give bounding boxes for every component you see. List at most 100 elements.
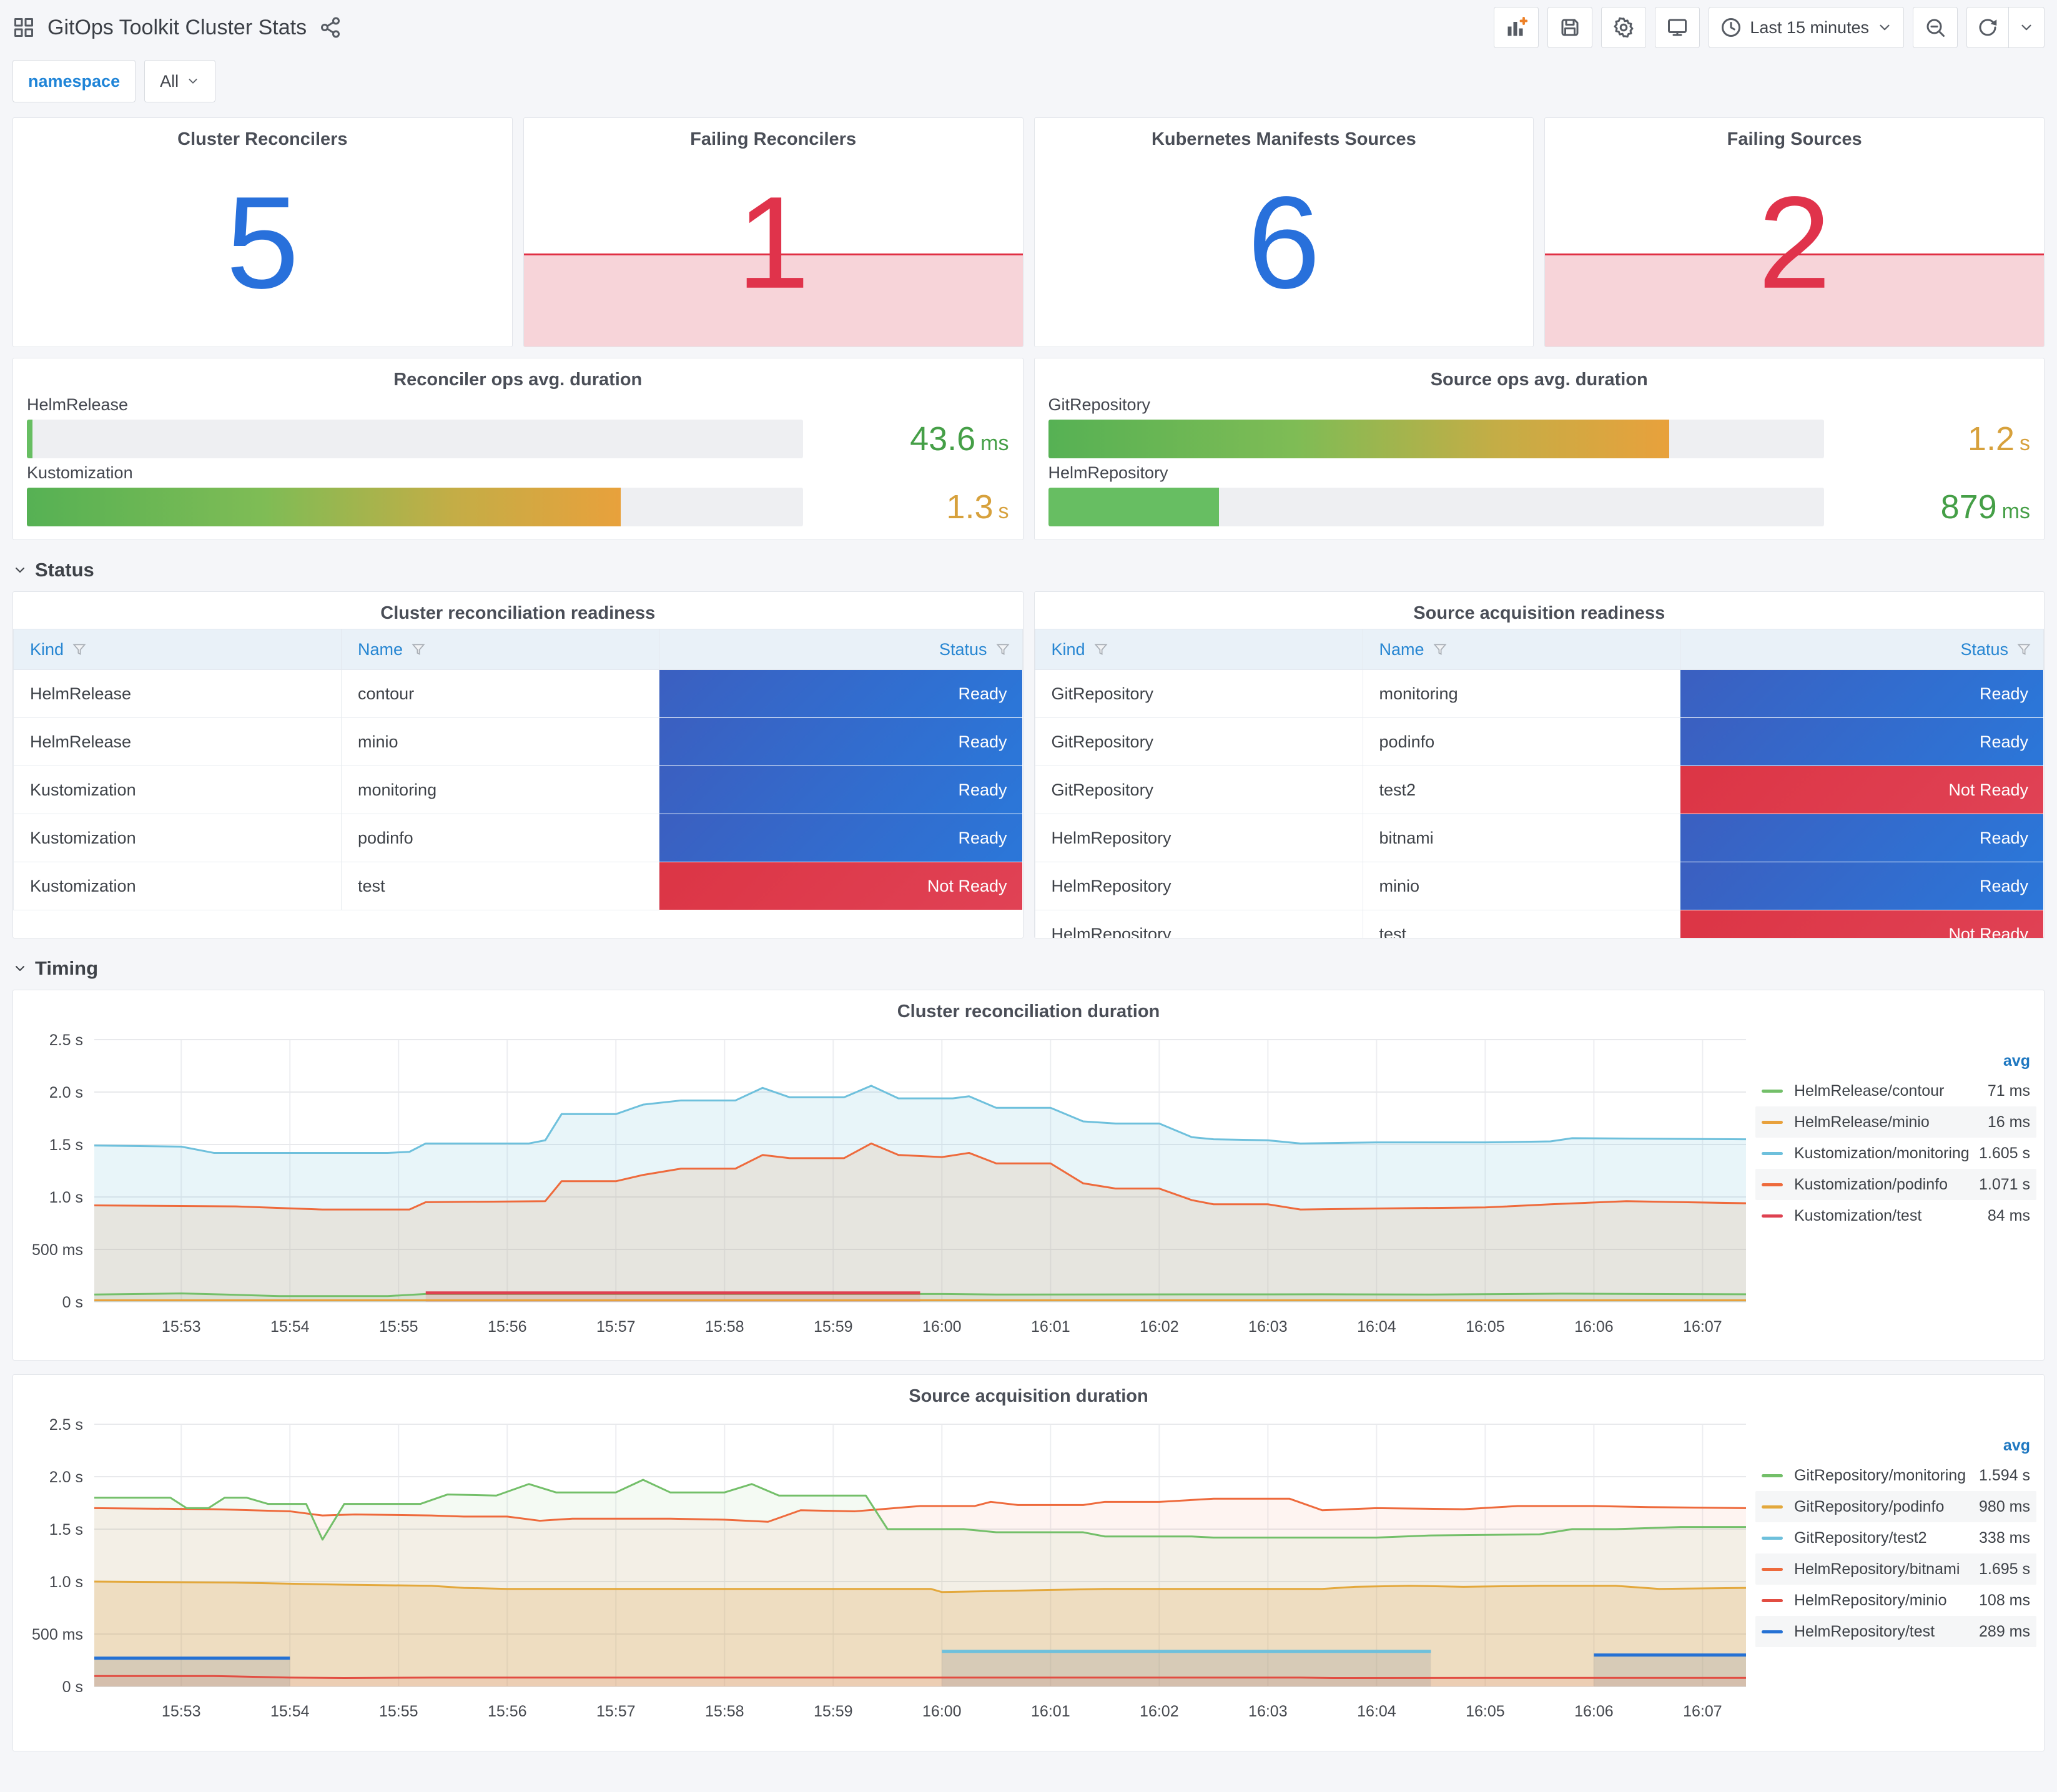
- series-color-dash: [1762, 1151, 1783, 1155]
- panel-title[interactable]: Source acquisition duration: [13, 1386, 2044, 1407]
- filter-icon[interactable]: [410, 641, 427, 657]
- panel-title[interactable]: Failing Sources: [1545, 129, 2044, 150]
- panel-title[interactable]: Reconciler ops avg. duration: [27, 370, 1009, 390]
- refresh-button[interactable]: [1967, 7, 2008, 47]
- panel-title[interactable]: Cluster reconciliation duration: [13, 1002, 2044, 1022]
- legend-item[interactable]: HelmRelease/contour 71 ms: [1755, 1075, 2036, 1106]
- gauge-label: HelmRelease: [27, 395, 129, 414]
- legend-item[interactable]: Kustomization/test 84 ms: [1755, 1200, 2036, 1231]
- filter-icon[interactable]: [995, 641, 1011, 657]
- filter-icon[interactable]: [1432, 641, 1448, 657]
- zoom-out-button[interactable]: [1913, 7, 1958, 48]
- status-badge: Not Ready: [1680, 910, 2044, 938]
- panel-title[interactable]: Kubernetes Manifests Sources: [1035, 129, 1534, 150]
- panel-title[interactable]: Source ops avg. duration: [1048, 370, 2031, 390]
- legend-item[interactable]: GitRepository/monitoring 1.594 s: [1755, 1460, 2036, 1491]
- gauge-value: 1.2 s: [1967, 420, 2030, 458]
- tv-mode-button[interactable]: [1655, 7, 1700, 48]
- table-cell: bitnami: [1362, 814, 1681, 862]
- save-dashboard-button[interactable]: [1547, 7, 1593, 48]
- svg-text:15:59: 15:59: [814, 1318, 853, 1336]
- variable-value-dropdown[interactable]: All: [144, 60, 216, 102]
- column-header-status[interactable]: Status: [1680, 629, 2044, 670]
- time-range-picker[interactable]: Last 15 minutes: [1709, 7, 1904, 48]
- filter-icon[interactable]: [2016, 641, 2032, 657]
- column-header-kind[interactable]: Kind: [12, 629, 342, 670]
- filter-icon[interactable]: [1093, 641, 1109, 657]
- monitor-icon: [1668, 19, 1687, 36]
- legend-item[interactable]: HelmRepository/bitnami 1.695 s: [1755, 1553, 2036, 1585]
- column-header-name[interactable]: Name: [341, 629, 659, 670]
- chevron-down-icon: [189, 79, 197, 84]
- legend-item[interactable]: GitRepository/podinfo 980 ms: [1755, 1491, 2036, 1522]
- table-row: HelmRelease contour Ready: [12, 669, 1023, 718]
- svg-text:16:06: 16:06: [1574, 1318, 1614, 1336]
- panel-title[interactable]: Source acquisition readiness: [1035, 603, 2045, 624]
- panel-title[interactable]: Cluster reconciliation readiness: [13, 603, 1023, 624]
- column-header-kind[interactable]: Kind: [1034, 629, 1363, 670]
- timeseries-plot[interactable]: 0 s 500 ms 1.0 s 1.5 s 2.0 s 2.5 s 15:53 15:54 1…: [13, 1412, 1755, 1751]
- series-color-dash: [1762, 1120, 1783, 1124]
- svg-text:1.5 s: 1.5 s: [49, 1136, 83, 1154]
- refresh-interval-button[interactable]: [2008, 7, 2044, 47]
- time-range-label: Last 15 minutes: [1750, 17, 1869, 37]
- table-row: GitRepository monitoring Ready: [1034, 669, 2044, 718]
- gauge-bar: [1048, 420, 1669, 458]
- add-panel-button[interactable]: [1494, 7, 1539, 48]
- share-icon[interactable]: [319, 16, 342, 39]
- gauge-label: HelmRepository: [1048, 463, 1168, 482]
- legend-item[interactable]: HelmRepository/minio 108 ms: [1755, 1585, 2036, 1616]
- panel-title[interactable]: Failing Reconcilers: [524, 129, 1023, 150]
- table-cell: podinfo: [341, 814, 659, 862]
- section-header-timing[interactable]: Timing: [12, 957, 2045, 980]
- timeseries-plot[interactable]: 0 s 500 ms 1.0 s 1.5 s 2.0 s 2.5 s 15:53 15:54 1…: [13, 1027, 1755, 1360]
- dashboard-grid-icon[interactable]: [12, 16, 35, 39]
- column-header-name[interactable]: Name: [1362, 629, 1681, 670]
- section-header-status[interactable]: Status: [12, 559, 2045, 581]
- panel-title[interactable]: Cluster Reconcilers: [13, 129, 512, 150]
- gauge-track: [1048, 420, 1824, 458]
- chart-canvas[interactable]: 0 s 500 ms 1.0 s 1.5 s 2.0 s 2.5 s 15:53 15:54 1…: [13, 1027, 1755, 1341]
- legend-item[interactable]: Kustomization/monitoring 1.605 s: [1755, 1138, 2036, 1169]
- section-title: Timing: [35, 957, 99, 979]
- table-cell: Kustomization: [12, 814, 342, 862]
- toolbar: Last 15 minutes: [1494, 7, 2045, 48]
- svg-text:15:53: 15:53: [162, 1318, 201, 1336]
- status-badge: Ready: [1680, 814, 2044, 862]
- gauge-bar: [27, 420, 32, 458]
- variable-label-namespace[interactable]: namespace: [12, 60, 136, 102]
- table-cell: GitRepository: [1034, 669, 1363, 718]
- gauge-label: Kustomization: [27, 463, 133, 482]
- svg-text:15:56: 15:56: [488, 1703, 527, 1720]
- filter-icon[interactable]: [71, 641, 87, 657]
- stat-panel-cluster-reconcilers: Cluster Reconcilers 5: [12, 117, 513, 347]
- svg-text:1.0 s: 1.0 s: [49, 1189, 83, 1206]
- legend-item[interactable]: HelmRepository/test 289 ms: [1755, 1616, 2036, 1647]
- chart-canvas[interactable]: 0 s 500 ms 1.0 s 1.5 s 2.0 s 2.5 s 15:53 15:54 1…: [13, 1412, 1755, 1725]
- panel-source-acquisition-duration: Source acquisition duration 0 s 500 ms 1.0…: [12, 1374, 2045, 1751]
- svg-text:16:07: 16:07: [1683, 1703, 1722, 1720]
- top-bar: GitOps Toolkit Cluster Stats Last 15 min…: [12, 0, 2045, 55]
- svg-text:15:56: 15:56: [488, 1318, 527, 1336]
- svg-text:16:00: 16:00: [922, 1318, 962, 1336]
- chevron-down-icon: [1880, 24, 1890, 31]
- gauge-value: 43.6 ms: [910, 420, 1009, 458]
- series-avg-value: 84 ms: [1987, 1206, 2030, 1224]
- series-avg-value: 1.594 s: [1978, 1466, 2030, 1484]
- table-cell: test: [341, 862, 659, 910]
- table-row: Kustomization monitoring Ready: [12, 766, 1023, 814]
- table-cell: minio: [1362, 862, 1681, 910]
- legend-item[interactable]: GitRepository/test2 338 ms: [1755, 1522, 2036, 1553]
- dashboard-settings-button[interactable]: [1601, 7, 1647, 48]
- chevron-down-icon: [2021, 24, 2031, 31]
- column-header-status[interactable]: Status: [658, 629, 1023, 670]
- series-avg-value: 1.695 s: [1978, 1560, 2030, 1578]
- add-panel-icon: [1507, 17, 1528, 36]
- legend-item[interactable]: HelmRelease/minio 16 ms: [1755, 1106, 2036, 1138]
- series-color-dash: [1762, 1505, 1783, 1509]
- legend-item[interactable]: Kustomization/podinfo 1.071 s: [1755, 1169, 2036, 1200]
- table-cell: test2: [1362, 766, 1681, 814]
- status-badge: Ready: [1680, 862, 2044, 910]
- zoom-out-icon: [1926, 19, 1945, 37]
- series-avg-value: 1.071 s: [1978, 1175, 2030, 1193]
